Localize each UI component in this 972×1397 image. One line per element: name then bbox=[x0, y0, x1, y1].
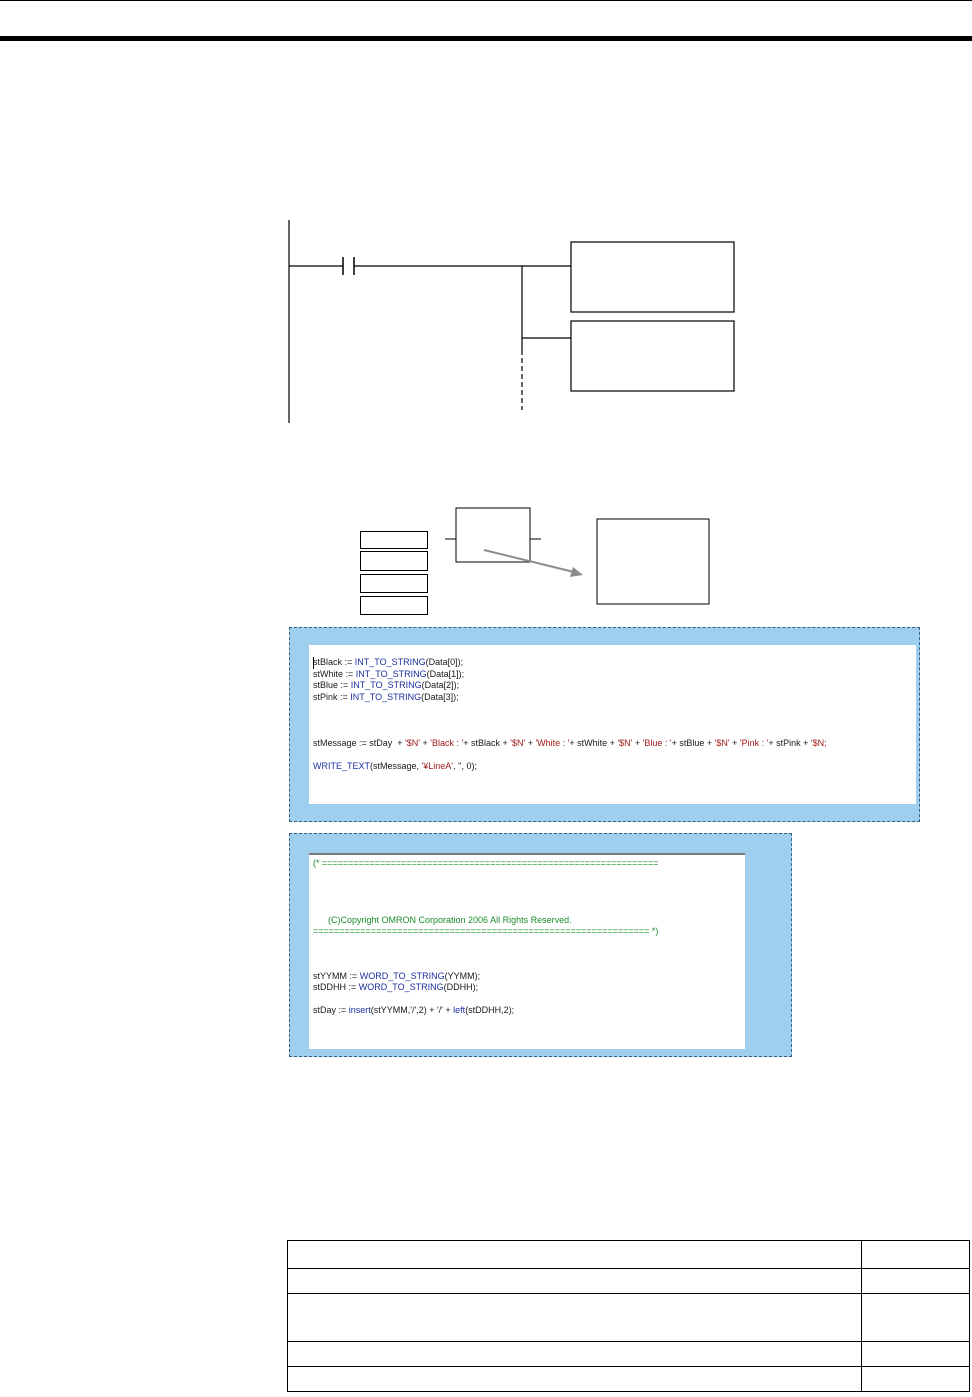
header-rule-thick bbox=[0, 36, 972, 41]
st-code-editor-lower[interactable]: (* =====================================… bbox=[309, 853, 745, 1049]
code-line: ========================================… bbox=[313, 926, 658, 937]
table-cell bbox=[861, 1293, 970, 1342]
table-cell bbox=[287, 1268, 862, 1294]
code-token: stYYMM := bbox=[313, 971, 360, 981]
code-token: , '', 0); bbox=[453, 761, 477, 772]
table-row bbox=[287, 1240, 970, 1269]
table-cell bbox=[287, 1341, 862, 1367]
code-token: (DDHH); bbox=[443, 982, 479, 993]
code-token: '$N; bbox=[810, 738, 827, 749]
code-token: stBlack := bbox=[313, 657, 355, 667]
code-token: stWhite := bbox=[313, 668, 356, 679]
code-token: + stBlue + bbox=[671, 738, 715, 749]
code-line: stBlue := INT_TO_STRING(Data[2]); bbox=[313, 680, 459, 691]
code-line: (C)Copyright OMRON Corporation 2006 All … bbox=[313, 915, 572, 926]
code-token: INT_TO_STRING bbox=[350, 680, 422, 691]
ladder-diagram bbox=[288, 220, 735, 423]
code-token: + stWhite + bbox=[569, 738, 618, 749]
code-token: (Data[3]); bbox=[421, 691, 459, 702]
table-cell bbox=[861, 1366, 970, 1392]
code-token: (YYMM); bbox=[444, 971, 481, 981]
data-register-2 bbox=[360, 574, 428, 593]
data-register-0 bbox=[360, 531, 428, 549]
code-token: stBlue := bbox=[313, 680, 351, 691]
code-token: 'Blue : ' bbox=[642, 738, 672, 749]
code-token: 'Pink : ' bbox=[739, 738, 769, 749]
code-line: stDay := insert(stYYMM,'/',2) + '/' + le… bbox=[313, 1005, 514, 1016]
code-line: stPink := INT_TO_STRING(Data[3]); bbox=[313, 692, 459, 703]
data-register-3 bbox=[360, 596, 428, 615]
data-table bbox=[287, 1240, 970, 1392]
code-token: (Data[0]); bbox=[425, 657, 464, 667]
code-token: + stPink + bbox=[768, 738, 811, 749]
code-token: (stMessage, bbox=[370, 761, 422, 772]
code-token: ========================================… bbox=[313, 925, 659, 936]
code-token: + bbox=[632, 738, 643, 749]
code-token: + bbox=[525, 738, 536, 749]
code-line: (* =====================================… bbox=[313, 858, 658, 869]
code-token: (Data[1]); bbox=[426, 668, 465, 679]
table-cell bbox=[861, 1268, 970, 1294]
table-row bbox=[287, 1341, 970, 1367]
code-token: 'White : ' bbox=[535, 738, 570, 749]
code-token: (C)Copyright OMRON Corporation 2006 All … bbox=[313, 914, 572, 925]
function-block bbox=[455, 507, 531, 563]
code-token: INT_TO_STRING bbox=[355, 668, 427, 679]
code-line: stYYMM := WORD_TO_STRING(YYMM); bbox=[313, 971, 480, 982]
code-token: stMessage := stDay + bbox=[313, 738, 406, 749]
code-token: + bbox=[420, 738, 431, 749]
st-code-editor-upper[interactable]: stBlack := INT_TO_STRING(Data[0]); stWhit… bbox=[309, 645, 916, 804]
data-register-1 bbox=[360, 551, 428, 571]
code-token: + bbox=[729, 738, 740, 749]
table-cell bbox=[287, 1240, 862, 1269]
code-token: WRITE_TEXT bbox=[313, 761, 371, 772]
code-token: stDay := bbox=[313, 1004, 349, 1015]
code-line: WRITE_TEXT(stMessage, '¥LineA', '', 0); bbox=[313, 761, 477, 772]
table-row bbox=[287, 1268, 970, 1294]
table-cell bbox=[287, 1293, 862, 1342]
output-file-box bbox=[596, 518, 710, 605]
table-row bbox=[287, 1366, 970, 1392]
code-token: '$N' bbox=[617, 738, 633, 749]
code-token: '$N' bbox=[405, 738, 420, 749]
st-program-window-lower: (* =====================================… bbox=[289, 833, 792, 1057]
code-token: insert bbox=[348, 1004, 371, 1015]
code-token: '$N' bbox=[714, 738, 730, 749]
st-program-window-upper: stBlack := INT_TO_STRING(Data[0]); stWhit… bbox=[289, 627, 920, 822]
code-token: 'Black : ' bbox=[430, 738, 464, 749]
instruction-block-2 bbox=[570, 320, 735, 392]
code-token: WORD_TO_STRING bbox=[359, 971, 445, 981]
flow-arrow-head bbox=[570, 567, 583, 577]
table-cell bbox=[861, 1341, 970, 1367]
code-line: stWhite := INT_TO_STRING(Data[1]); bbox=[313, 669, 464, 680]
code-token: INT_TO_STRING bbox=[350, 691, 422, 702]
table-cell bbox=[861, 1240, 970, 1269]
table-cell bbox=[287, 1366, 862, 1392]
code-token: + stBlack + bbox=[463, 738, 511, 749]
code-token: '¥LineA' bbox=[421, 761, 454, 772]
code-token: (stYYMM,'/',2) + '/' + bbox=[370, 1004, 454, 1015]
code-line: stDDHH := WORD_TO_STRING(DDHH); bbox=[313, 982, 478, 993]
instruction-block-1 bbox=[570, 241, 735, 313]
code-line: stMessage := stDay + '$N' + 'Black : '+ … bbox=[313, 738, 827, 749]
code-token: WORD_TO_STRING bbox=[358, 982, 444, 993]
code-token: INT_TO_STRING bbox=[354, 657, 426, 667]
code-token: '$N' bbox=[510, 738, 526, 749]
code-token: (* =====================================… bbox=[313, 858, 659, 868]
text-cursor bbox=[313, 657, 314, 669]
header-rule-thin bbox=[0, 0, 972, 1]
code-token: (Data[2]); bbox=[421, 680, 460, 691]
code-line: stBlack := INT_TO_STRING(Data[0]); bbox=[313, 657, 463, 668]
table-row bbox=[287, 1293, 970, 1342]
code-token: stDDHH := bbox=[313, 982, 359, 993]
code-token: (stDDHH,2); bbox=[465, 1004, 515, 1015]
code-token: left bbox=[453, 1004, 466, 1015]
code-token: stPink := bbox=[313, 691, 351, 702]
data-flow-diagram bbox=[445, 507, 710, 605]
